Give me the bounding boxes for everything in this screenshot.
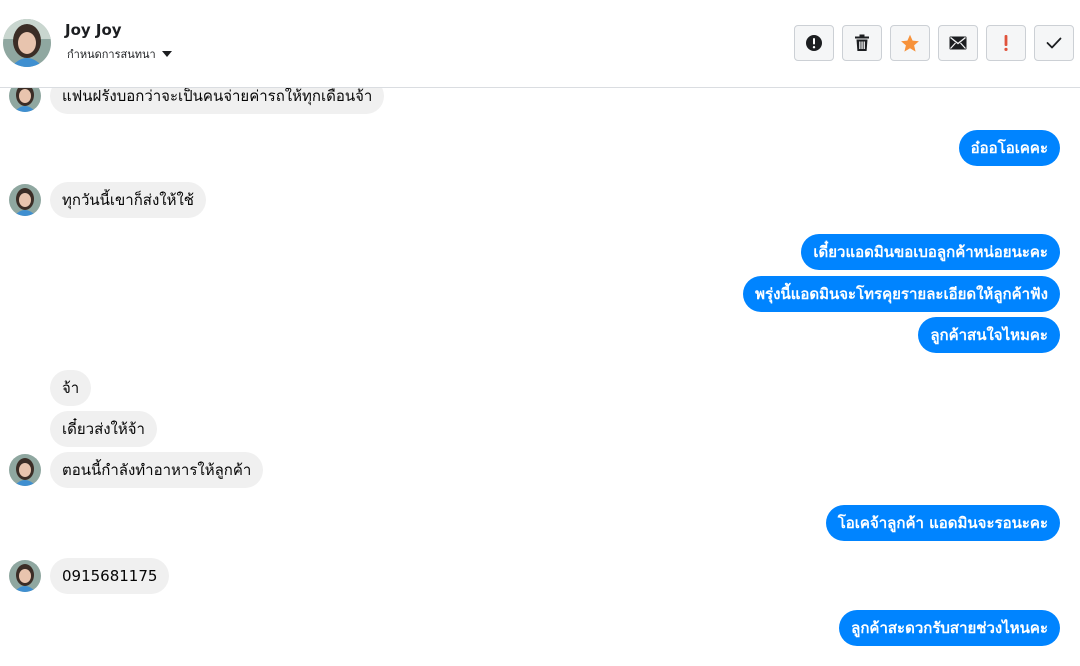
- delete-button[interactable]: [842, 25, 882, 61]
- message-row: ลูกค้าสนใจไหมคะ: [918, 317, 1060, 353]
- conversation-header: Joy Joy กำหนดการสนทนา: [0, 0, 1080, 88]
- outgoing-message: เดี๋ยวแอดมินขอเบอลูกค้าหน่อยนะคะ: [801, 234, 1060, 270]
- caret-down-icon: [161, 51, 172, 57]
- assign-conversation-dropdown[interactable]: กำหนดการสนทนา: [67, 45, 172, 63]
- star-icon: [901, 34, 919, 52]
- message-row: เดี๋ยวส่งให้จ้า: [9, 411, 157, 447]
- message-row: โอเคจ้าลูกค้า แอดมินจะรอนะคะ: [825, 505, 1060, 541]
- envelope-icon: [949, 36, 967, 50]
- incoming-message: เดี๋ยวส่งให้จ้า: [50, 411, 157, 447]
- message-row: ตอนนี้กำลังทำอาหารให้ลูกค้า: [9, 452, 264, 488]
- sender-avatar: [9, 88, 41, 112]
- incoming-message: จ้า: [50, 370, 92, 406]
- message-row: 0915681175: [9, 558, 170, 594]
- message-row: เดี๋ยวแอดมินขอเบอลูกค้าหน่อยนะคะ: [801, 234, 1060, 270]
- outgoing-message: ลูกค้าสะดวกรับสายช่วงไหนคะ: [839, 610, 1060, 646]
- important-button[interactable]: [986, 25, 1026, 61]
- check-icon: [1046, 37, 1062, 49]
- sender-avatar: [9, 454, 41, 486]
- conversation-toolbar: [794, 25, 1074, 61]
- incoming-message: ทุกวันนี้เขาก็ส่งให้ใช้: [50, 182, 206, 218]
- outgoing-message: พรุ่งนี้แอดมินจะโทรคุยรายละเอียดให้ลูกค้…: [743, 276, 1060, 312]
- message-thread[interactable]: แฟนฝรั่งบอกว่าจะเป็นคนจ่ายค่ารถให้ทุกเดื…: [0, 88, 1080, 666]
- sender-avatar: [9, 560, 41, 592]
- mark-done-button[interactable]: [1034, 25, 1074, 61]
- message-row: จ้า: [9, 370, 92, 406]
- message-row: ลูกค้าสะดวกรับสายช่วงไหนคะ: [839, 610, 1060, 646]
- contact-name: Joy Joy: [65, 21, 122, 39]
- trash-icon: [855, 34, 869, 51]
- assign-label: กำหนดการสนทนา: [67, 48, 156, 61]
- incoming-message: 0915681175: [50, 558, 170, 594]
- mark-unread-button[interactable]: [938, 25, 978, 61]
- outgoing-message: อ๋ออโอเคคะ: [958, 130, 1060, 166]
- outgoing-message: ลูกค้าสนใจไหมคะ: [918, 317, 1060, 353]
- contact-avatar[interactable]: [3, 19, 51, 67]
- message-row: แฟนฝรั่งบอกว่าจะเป็นคนจ่ายค่ารถให้ทุกเดื…: [9, 88, 385, 114]
- spam-button[interactable]: [794, 25, 834, 61]
- incoming-message: ตอนนี้กำลังทำอาหารให้ลูกค้า: [50, 452, 264, 488]
- alert-circle-icon: [806, 35, 822, 51]
- message-row: อ๋ออโอเคคะ: [958, 130, 1060, 166]
- sender-avatar: [9, 184, 41, 216]
- message-row: พรุ่งนี้แอดมินจะโทรคุยรายละเอียดให้ลูกค้…: [743, 276, 1060, 312]
- message-row: ทุกวันนี้เขาก็ส่งให้ใช้: [9, 182, 206, 218]
- outgoing-message: โอเคจ้าลูกค้า แอดมินจะรอนะคะ: [825, 505, 1060, 541]
- incoming-message: แฟนฝรั่งบอกว่าจะเป็นคนจ่ายค่ารถให้ทุกเดื…: [50, 88, 385, 114]
- exclamation-icon: [1004, 35, 1008, 51]
- star-button[interactable]: [890, 25, 930, 61]
